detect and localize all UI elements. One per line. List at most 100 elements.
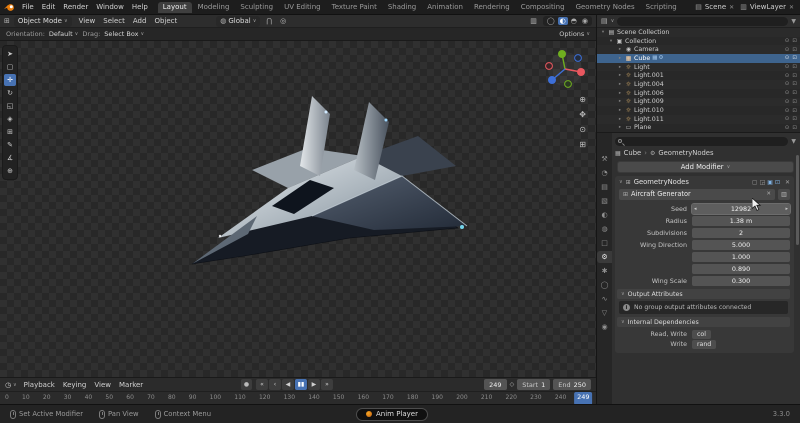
menu-item[interactable]: Window: [92, 3, 128, 11]
output-attributes-section[interactable]: ∨ Output Attributes: [617, 289, 790, 299]
expand-arrow-icon[interactable]: ▸: [617, 82, 623, 87]
node-group-selector[interactable]: ⊞ Aircraft Generator ✕: [619, 189, 775, 200]
hide-in-viewport-icon[interactable]: ⊙: [785, 90, 790, 96]
auto-keying-button[interactable]: ●: [241, 379, 252, 390]
viewport-menu-item[interactable]: Select: [100, 17, 128, 25]
workspace-tab[interactable]: Geometry Nodes: [571, 2, 640, 13]
increment-arrow-icon[interactable]: ▸: [785, 206, 788, 212]
mode-dropdown[interactable]: Object Mode ∨: [14, 16, 72, 27]
viewport-nav-button[interactable]: ⊞: [579, 140, 586, 150]
tool-button[interactable]: ✛: [4, 74, 16, 86]
expand-arrow-icon[interactable]: ▾: [600, 30, 606, 35]
overlays-icon[interactable]: ▥: [528, 17, 539, 25]
disable-in-render-icon[interactable]: ⊡: [792, 99, 797, 105]
workspace-tab[interactable]: UV Editing: [279, 2, 326, 13]
tool-button[interactable]: ↻: [4, 87, 16, 99]
viewlayer-unlink-icon[interactable]: ✕: [789, 4, 794, 11]
transport-button[interactable]: ◀: [282, 379, 294, 390]
proportional-edit-icon[interactable]: ◎: [278, 17, 288, 25]
viewport-nav-button[interactable]: ⊙: [579, 125, 586, 135]
properties-tab[interactable]: ◯: [597, 279, 612, 291]
viewport-nav-button[interactable]: ⊕: [579, 95, 586, 105]
transport-button[interactable]: ‹: [269, 379, 281, 390]
timeline-editor-dropdown[interactable]: ◷ ∨: [5, 381, 17, 389]
transport-button[interactable]: ▶: [308, 379, 320, 390]
modifier-toggle-icon[interactable]: ▣: [767, 179, 773, 186]
field-value[interactable]: 0.890: [692, 264, 790, 274]
anim-player-overlay[interactable]: Anim Player: [356, 408, 428, 421]
transform-orientation-dropdown[interactable]: ◍ Global ∨: [216, 16, 260, 27]
hide-in-viewport-icon[interactable]: ⊙: [785, 47, 790, 53]
disable-in-render-icon[interactable]: ⊡: [792, 64, 797, 70]
field-value[interactable]: 5.000: [692, 240, 790, 250]
disable-in-render-icon[interactable]: ⊡: [792, 81, 797, 87]
frame-start-field[interactable]: Start 1: [517, 379, 550, 390]
outliner-row[interactable]: ▸ ▦ Cube ▦⚙ ⊙ ⊡: [597, 54, 800, 63]
decrement-arrow-icon[interactable]: ◂: [694, 206, 697, 212]
disable-in-render-icon[interactable]: ⊡: [792, 90, 797, 96]
tool-button[interactable]: ◈: [4, 113, 16, 125]
disable-in-render-icon[interactable]: ⊡: [792, 38, 797, 44]
expand-arrow-icon[interactable]: ▸: [617, 125, 623, 130]
tool-button[interactable]: ▢: [4, 61, 16, 73]
timeline-playhead[interactable]: 249: [574, 392, 592, 404]
drag-setting-dropdown[interactable]: Select Box ∨: [104, 30, 144, 38]
hide-in-viewport-icon[interactable]: ⊙: [785, 108, 790, 114]
outliner-row[interactable]: ▸ ☼ Light.001 ⊙ ⊡: [597, 71, 800, 80]
properties-tab[interactable]: ⚒: [597, 153, 612, 165]
expand-arrow-icon[interactable]: ▸: [617, 91, 623, 96]
transport-button[interactable]: »: [321, 379, 333, 390]
expand-arrow-icon[interactable]: ▸: [617, 99, 623, 104]
close-icon[interactable]: ✕: [785, 179, 790, 186]
unlink-icon[interactable]: ✕: [766, 191, 771, 197]
properties-tab[interactable]: ⚙: [597, 251, 612, 263]
properties-search-input[interactable]: [615, 137, 788, 146]
tool-button[interactable]: ◱: [4, 100, 16, 112]
scene-unlink-icon[interactable]: ✕: [729, 4, 734, 11]
field-value[interactable]: ◂ 12982 ▸: [692, 204, 790, 214]
keyframe-icon[interactable]: ◇: [510, 381, 515, 388]
field-value[interactable]: 1.000: [692, 252, 790, 262]
field-value[interactable]: 0.300: [692, 276, 790, 286]
expand-arrow-icon[interactable]: ▸: [617, 47, 623, 52]
properties-scrollbar[interactable]: [796, 155, 799, 245]
options-dropdown[interactable]: Options ∨: [559, 30, 590, 38]
modifier-name[interactable]: GeometryNodes: [634, 178, 689, 186]
outliner-row[interactable]: ▾ ▤ Scene Collection: [597, 28, 800, 37]
workspace-tab[interactable]: Layout: [158, 2, 192, 13]
disable-in-render-icon[interactable]: ⊡: [792, 108, 797, 114]
hide-in-viewport-icon[interactable]: ⊙: [785, 38, 790, 44]
editor-type-icon[interactable]: ⊞: [4, 17, 10, 25]
transport-button[interactable]: ▮▮: [295, 379, 307, 390]
hide-in-viewport-icon[interactable]: ⊙: [785, 64, 790, 70]
aircraft-model[interactable]: [160, 86, 490, 306]
breadcrumb-modifier[interactable]: GeometryNodes: [658, 149, 713, 157]
properties-tab[interactable]: □: [597, 237, 612, 249]
properties-tab[interactable]: ◔: [597, 167, 612, 179]
expand-arrow-icon[interactable]: ▾: [608, 39, 614, 44]
menu-item[interactable]: File: [18, 3, 38, 11]
outliner-row[interactable]: ▸ ◉ Camera ⊙ ⊡: [597, 45, 800, 54]
shading-mode-button[interactable]: ◉: [580, 17, 590, 25]
menu-item[interactable]: Edit: [38, 3, 60, 11]
modifier-toggle-icon[interactable]: ◲: [760, 179, 766, 186]
tool-button[interactable]: ✎: [4, 139, 16, 151]
properties-tab[interactable]: ▧: [597, 195, 612, 207]
snap-magnet-icon[interactable]: ⋂: [264, 17, 274, 25]
disable-in-render-icon[interactable]: ⊡: [792, 55, 797, 61]
expand-arrow-icon[interactable]: ▸: [617, 65, 623, 70]
tool-button[interactable]: ➤: [4, 48, 16, 60]
shading-mode-button[interactable]: ◓: [569, 17, 579, 25]
outliner-row[interactable]: ▸ ☼ Light.009 ⊙ ⊡: [597, 98, 800, 107]
timeline-menu-item[interactable]: Playback: [21, 381, 58, 389]
viewport-menu-item[interactable]: View: [76, 17, 99, 25]
menu-item[interactable]: Help: [128, 3, 152, 11]
workspace-tab[interactable]: Animation: [422, 2, 468, 13]
breadcrumb-object[interactable]: Cube: [624, 149, 642, 157]
hide-in-viewport-icon[interactable]: ⊙: [785, 99, 790, 105]
hide-in-viewport-icon[interactable]: ⊙: [785, 116, 790, 122]
tool-button[interactable]: ⊞: [4, 126, 16, 138]
disable-in-render-icon[interactable]: ⊡: [792, 47, 797, 53]
tool-button[interactable]: ⊕: [4, 165, 16, 177]
internal-dependencies-section[interactable]: ∨ Internal Dependencies: [617, 317, 790, 327]
